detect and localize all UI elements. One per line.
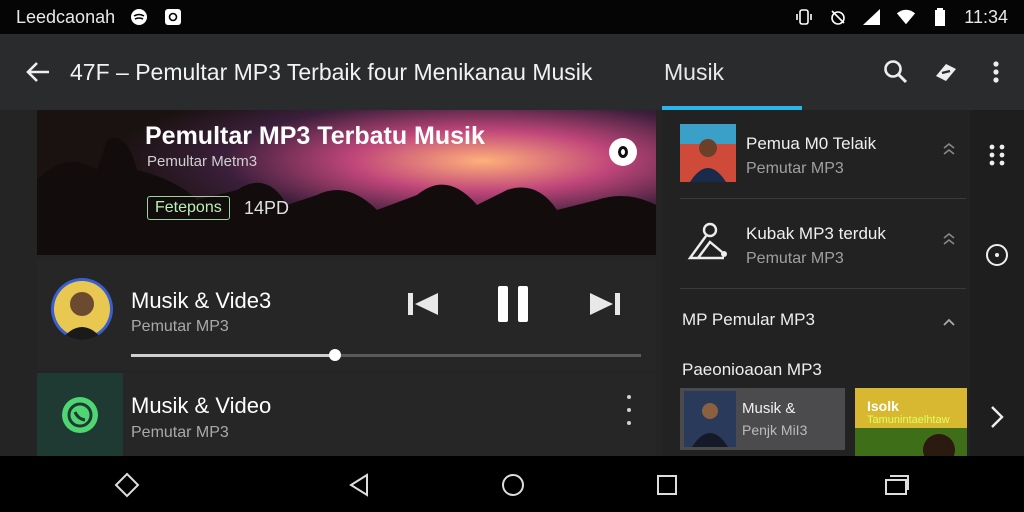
- skip-next-icon[interactable]: [585, 282, 625, 326]
- search-icon[interactable]: [882, 58, 910, 86]
- seek-bar[interactable]: [131, 349, 641, 361]
- tab-musik[interactable]: Musik: [662, 34, 802, 110]
- list-item-subtitle: Pemutar MP3: [131, 424, 229, 441]
- vibrate-icon: [794, 8, 814, 26]
- media-card[interactable]: Musik & Penjk MiI3: [680, 388, 845, 450]
- skip-previous-icon[interactable]: [403, 282, 443, 326]
- battery-icon: [930, 8, 950, 26]
- featured-banner[interactable]: Pemultar MP3 Terbatu Musik Pemultar Metm…: [37, 110, 656, 255]
- alarm-off-icon: [828, 8, 848, 26]
- hero-tag: 14PD: [244, 198, 290, 218]
- item-menu-icon[interactable]: [621, 395, 637, 425]
- chevron-right-icon[interactable]: [982, 402, 1012, 432]
- side-item-subtitle: Pemutar MP3: [746, 250, 844, 267]
- collapse-icon[interactable]: [942, 314, 956, 330]
- divider: [680, 288, 966, 289]
- side-panel: Pemua M0 Telaik Pemutar MP3 Kubak MP3 te…: [662, 110, 1024, 498]
- card-title: Musik &: [742, 400, 796, 417]
- side-item-title: Pemua M0 Telaik: [746, 134, 877, 153]
- grid-icon[interactable]: [982, 140, 1012, 170]
- tab-musik-label: Musik: [664, 58, 725, 85]
- card-thumbnail: [684, 391, 736, 447]
- assistant-icon[interactable]: [112, 470, 142, 500]
- side-list: Pemua M0 Telaik Pemutar MP3 Kubak MP3 te…: [662, 110, 970, 498]
- app-bar: 47F – Pemultar MP3 Terbaik four Menikana…: [0, 34, 1024, 110]
- navigation-bar: [0, 456, 1024, 512]
- side-item-title: Kubak MP3 terduk: [746, 224, 886, 243]
- back-icon[interactable]: [344, 470, 374, 500]
- status-bar: Leedcaonah 11:34: [0, 0, 1024, 34]
- cast-share-icon[interactable]: [932, 58, 960, 86]
- signal-icon: [862, 8, 882, 26]
- clock: 11:34: [964, 6, 1008, 27]
- pause-icon[interactable]: [493, 282, 533, 326]
- expand-icon[interactable]: [942, 232, 956, 249]
- list-item[interactable]: Musik & Video Pemutar MP3: [37, 373, 656, 456]
- recents-icon[interactable]: [652, 470, 682, 500]
- home-icon[interactable]: [498, 470, 528, 500]
- expand-icon[interactable]: [942, 142, 956, 159]
- side-item-subtitle: Pemutar MP3: [746, 160, 844, 177]
- seek-progress: [131, 354, 335, 357]
- divider: [680, 198, 966, 199]
- page-title: 47F – Pemultar MP3 Terbaik four Menikana…: [70, 58, 593, 85]
- hero-title: Pemultar MP3 Terbatu Musik: [145, 122, 485, 150]
- side-list-item[interactable]: Pemua M0 Telaik Pemutar MP3: [680, 112, 970, 192]
- card-title: Isolk: [867, 398, 899, 414]
- app-notification-icon: [163, 8, 183, 26]
- wifi-icon: [896, 8, 916, 26]
- hero-badge[interactable]: Fetepons: [147, 196, 230, 220]
- album-thumbnail: [680, 124, 736, 182]
- card-subtitle: Penjk MiI3: [742, 422, 808, 438]
- notification-icon: [129, 8, 149, 26]
- seek-handle[interactable]: [329, 349, 341, 361]
- radio-button-icon[interactable]: [982, 240, 1012, 270]
- hero-subtitle: Pemultar Metm3: [147, 153, 258, 170]
- now-playing: Musik & Vide3 Pemutar MP3: [37, 260, 656, 370]
- track-title: Musik & Vide3: [131, 288, 272, 313]
- list-item-title: Musik & Video: [131, 393, 272, 418]
- avatar[interactable]: [51, 278, 113, 340]
- window-icon[interactable]: [882, 470, 912, 500]
- record-icon[interactable]: [609, 138, 637, 166]
- carrier-name: Leedcaonah: [16, 6, 116, 27]
- back-arrow-icon[interactable]: [18, 52, 58, 92]
- card-subtitle: Tamunintaelhtaw: [867, 414, 950, 426]
- whatsapp-icon: [37, 373, 123, 456]
- share-icon: [680, 214, 736, 272]
- section-subtitle: Paeonioaoan MP3: [682, 360, 822, 379]
- side-list-item[interactable]: Kubak MP3 terduk Pemutar MP3: [680, 202, 970, 282]
- main-panel: Pemultar MP3 Terbatu Musik Pemultar Metm…: [0, 110, 662, 456]
- section-title: MP Pemular MP3: [682, 310, 815, 329]
- more-options-icon[interactable]: [982, 58, 1010, 86]
- track-subtitle: Pemutar MP3: [131, 318, 229, 335]
